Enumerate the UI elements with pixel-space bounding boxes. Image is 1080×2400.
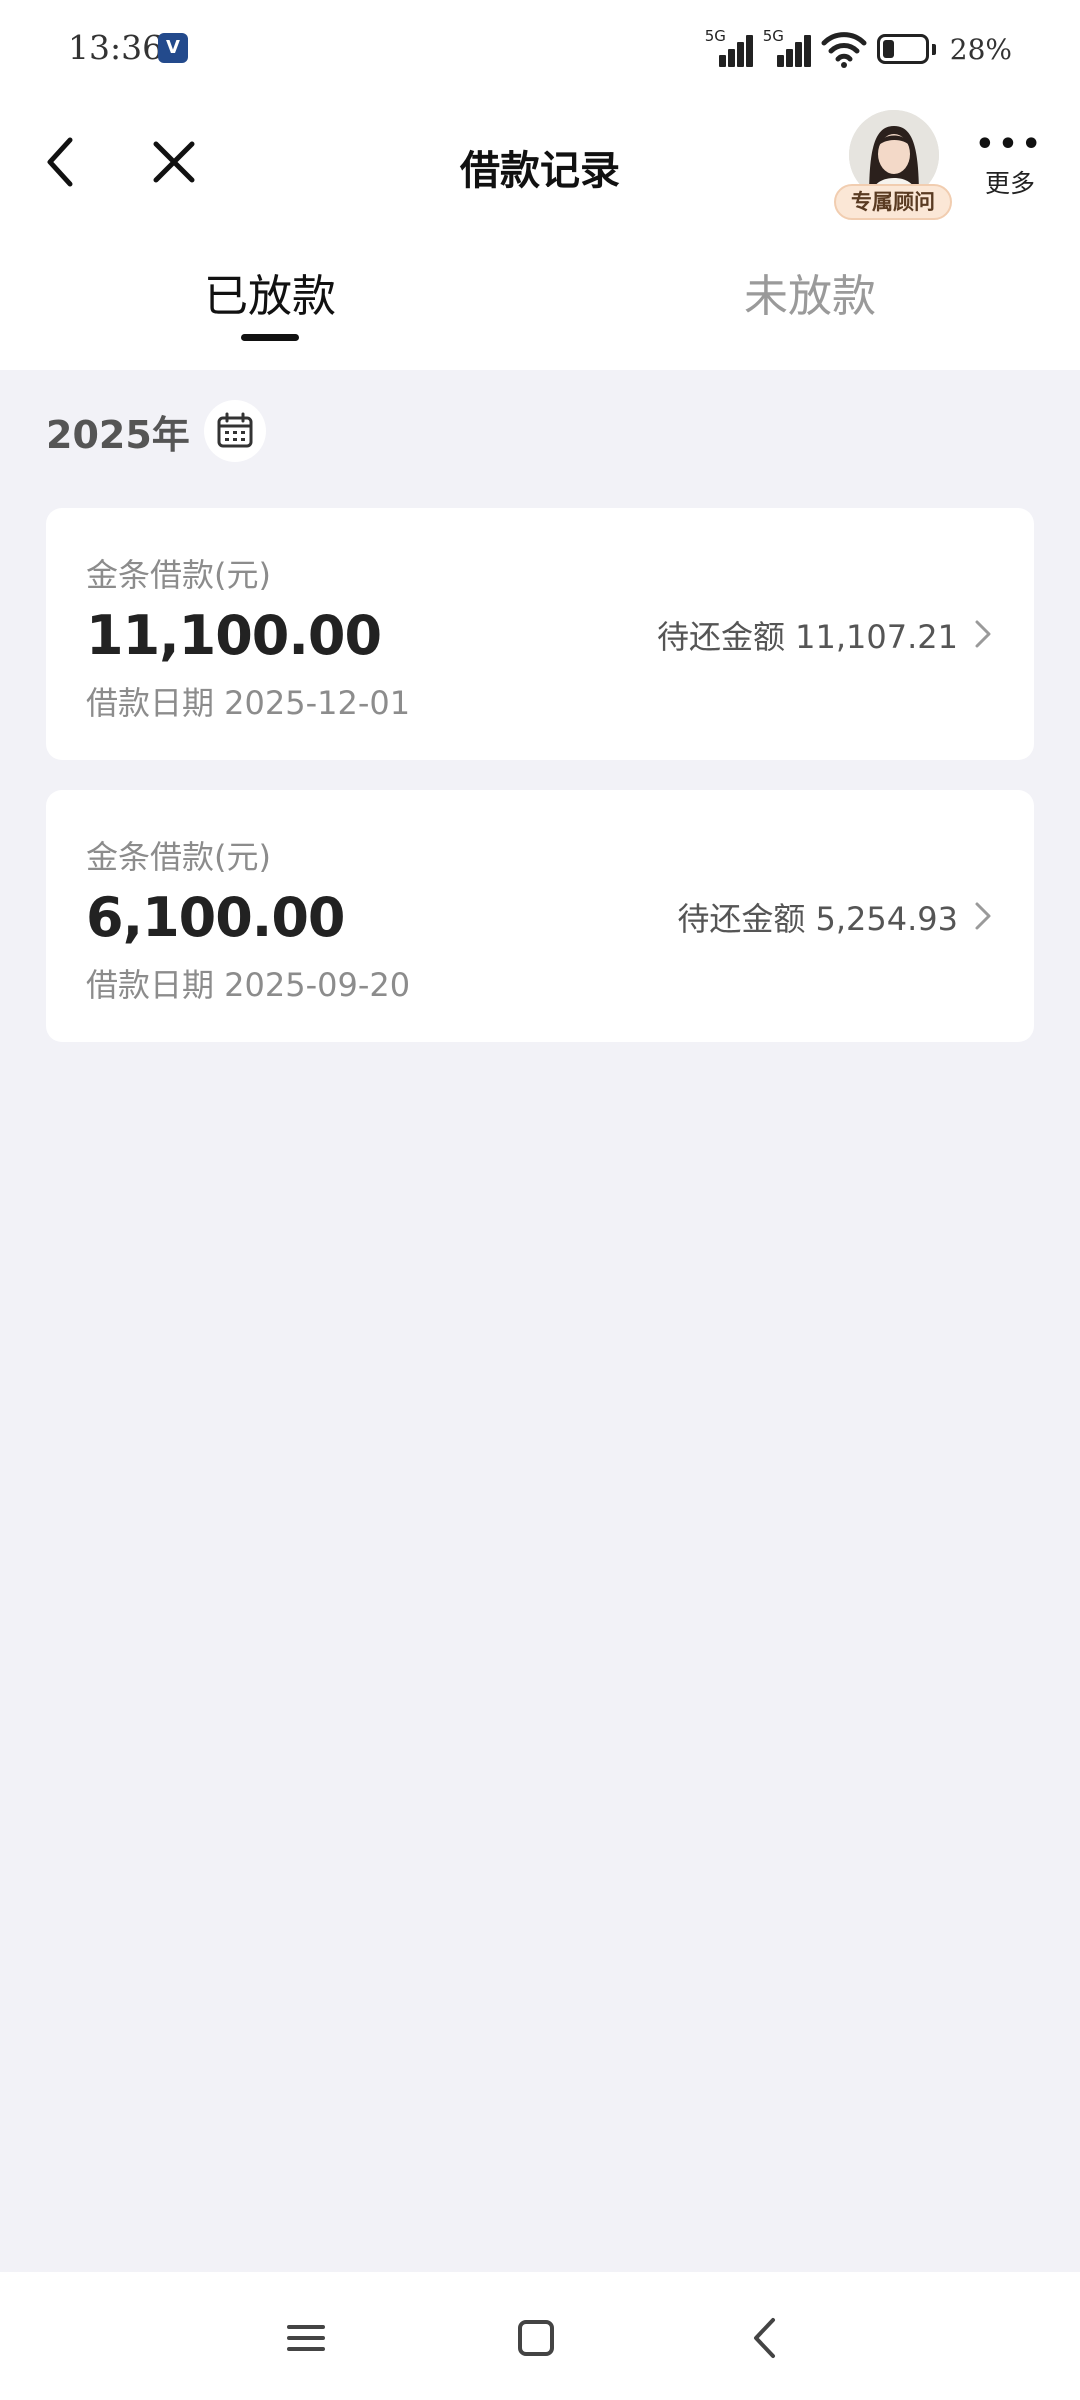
loan-amount: 6,100.00 xyxy=(86,886,345,949)
tab-not-disbursed[interactable]: 未放款 xyxy=(660,260,960,324)
signal-icon: 5G xyxy=(763,27,811,71)
advisor-button[interactable]: 专属顾问 xyxy=(832,110,954,226)
signal-label: 5G xyxy=(704,27,726,45)
loan-amount: 11,100.00 xyxy=(86,604,382,667)
loan-card[interactable]: 金条借款(元) 6,100.00 借款日期 2025-09-20 待还金额 5,… xyxy=(46,790,1034,1042)
nav-back-button[interactable] xyxy=(736,2308,796,2368)
system-nav-bar xyxy=(0,2272,1080,2400)
calendar-icon xyxy=(217,412,253,448)
more-dots-icon: ••• xyxy=(975,127,1045,162)
home-icon xyxy=(518,2320,554,2356)
header: 借款记录 专属顾问 ••• 更多 xyxy=(0,100,1080,230)
chevron-right-icon xyxy=(975,902,991,930)
app-notification-icon: V xyxy=(158,33,188,63)
menu-button[interactable] xyxy=(276,2308,336,2368)
more-label: 更多 xyxy=(984,169,1035,198)
status-time: 13:36 xyxy=(68,28,164,67)
year-filter: 2025年 xyxy=(46,400,266,462)
outstanding-amount: 待还金额 11,107.21 xyxy=(656,618,958,656)
more-button[interactable]: ••• 更多 xyxy=(972,130,1048,210)
calendar-button[interactable] xyxy=(203,400,266,462)
signal-icon: 5G xyxy=(705,27,753,71)
chevron-right-icon xyxy=(975,620,991,648)
tab-disbursed[interactable]: 已放款 xyxy=(120,260,420,324)
loan-type: 金条借款(元) xyxy=(86,838,271,876)
status-bar: 13:36 V 5G 5G 28% xyxy=(0,0,1080,100)
loan-date: 借款日期 2025-12-01 xyxy=(86,684,411,722)
status-indicators: 5G 5G 28% xyxy=(705,24,1012,74)
nav-back-icon xyxy=(754,2318,775,2358)
outstanding-amount: 待还金额 5,254.93 xyxy=(677,900,958,938)
advisor-badge: 专属顾问 xyxy=(834,184,952,220)
battery-percent: 28% xyxy=(949,32,1012,66)
active-tab-indicator xyxy=(241,334,299,341)
battery-icon xyxy=(876,34,936,64)
signal-label: 5G xyxy=(762,27,784,45)
loan-date: 借款日期 2025-09-20 xyxy=(86,966,411,1004)
year-label: 2025年 xyxy=(46,412,190,457)
home-button[interactable] xyxy=(506,2308,566,2368)
loan-type: 金条借款(元) xyxy=(86,556,271,594)
menu-icon xyxy=(287,2325,325,2351)
loan-card[interactable]: 金条借款(元) 11,100.00 借款日期 2025-12-01 待还金额 1… xyxy=(46,508,1034,760)
tab-bar: 已放款 未放款 xyxy=(0,230,1080,370)
wifi-icon xyxy=(821,32,867,68)
